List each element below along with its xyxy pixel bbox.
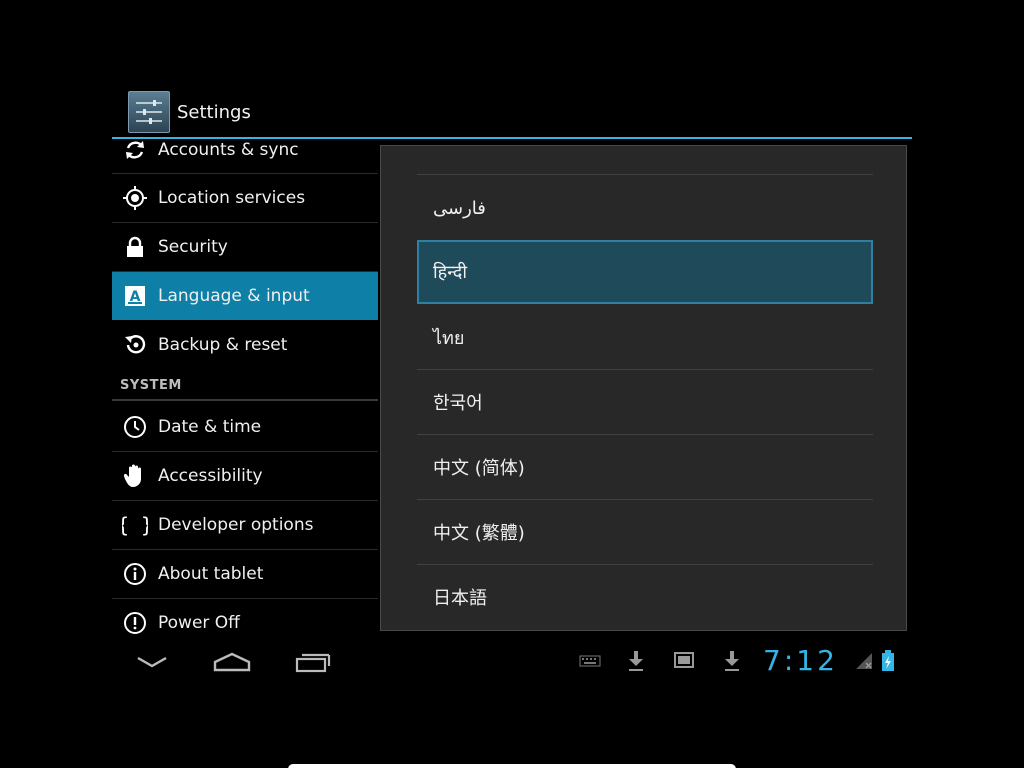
battery-charging-icon (878, 650, 898, 672)
screenshot-icon (672, 650, 696, 672)
language-item-thai[interactable]: ไทย (417, 305, 873, 369)
keyboard-icon (578, 650, 602, 672)
home-icon (213, 652, 251, 672)
back-icon (137, 656, 167, 668)
settings-item-about-tablet[interactable]: About tablet (112, 550, 378, 598)
language-item-japanese[interactable]: 日本語 (417, 565, 873, 629)
system-section-header: SYSTEM (120, 378, 182, 393)
settings-item-label: Location services (158, 188, 306, 208)
language-item-korean[interactable]: 한국어 (417, 370, 873, 434)
list-divider (417, 174, 873, 175)
page-title: Settings (177, 102, 251, 123)
language-label: 한국어 (433, 393, 483, 414)
settings-item-label: Language & input (158, 286, 310, 306)
settings-item-label: Security (158, 237, 228, 257)
settings-item-label: Backup & reset (158, 335, 288, 355)
status-clock[interactable]: 7:12 (763, 644, 838, 677)
settings-item-label: Power Off (158, 613, 240, 633)
settings-item-security[interactable]: Security (112, 223, 378, 271)
bottom-handle (288, 764, 736, 768)
home-button[interactable] (212, 648, 252, 676)
settings-item-accessibility[interactable]: Accessibility (112, 452, 378, 500)
download-icon (720, 650, 744, 672)
settings-item-label: Accessibility (158, 466, 263, 486)
clock-icon (112, 403, 158, 451)
language-item-persian[interactable]: فارسی (417, 176, 873, 240)
svg-text:{ }: { } (122, 513, 148, 537)
language-icon: A (112, 272, 158, 320)
location-icon (112, 174, 158, 222)
language-label: 日本語 (433, 588, 487, 609)
screen: Settings Accounts & sync Location servic… (0, 0, 1024, 768)
language-item-chinese-traditional[interactable]: 中文 (繁體) (417, 500, 873, 564)
back-button[interactable] (134, 648, 170, 676)
settings-item-date-time[interactable]: Date & time (112, 403, 378, 451)
hand-icon (112, 452, 158, 500)
lock-icon (112, 223, 158, 271)
language-item-chinese-simplified[interactable]: 中文 (简体) (417, 435, 873, 499)
section-divider (112, 399, 378, 401)
settings-item-label: Developer options (158, 515, 314, 535)
settings-item-backup-reset[interactable]: Backup & reset (112, 321, 378, 369)
language-item-hindi[interactable]: हिन्दी (417, 240, 873, 304)
braces-icon: { } (112, 501, 158, 549)
language-label: فارسی (433, 197, 486, 219)
settings-list[interactable]: Accounts & sync Location services Securi… (112, 139, 379, 641)
info-icon (112, 550, 158, 598)
settings-item-label: Accounts & sync (158, 140, 299, 160)
power-icon (112, 599, 158, 641)
settings-app-icon[interactable] (128, 91, 170, 133)
language-label: हिन्दी (433, 262, 468, 283)
language-label: ไทย (433, 327, 465, 349)
sync-icon (112, 139, 158, 174)
settings-item-language-input[interactable]: A Language & input (112, 272, 378, 320)
signal-icon (854, 650, 874, 672)
settings-item-label: About tablet (158, 564, 264, 584)
settings-item-developer-options[interactable]: { } Developer options (112, 501, 378, 549)
settings-item-location[interactable]: Location services (112, 174, 378, 222)
action-bar: Settings (112, 88, 912, 138)
settings-item-label: Date & time (158, 417, 262, 437)
recent-apps-icon (295, 653, 331, 673)
language-label: 中文 (繁體) (433, 523, 525, 544)
language-dialog[interactable]: فارسی हिन्दी ไทย 한국어 中文 (简体) 中文 (繁體) 日本語 (380, 145, 907, 631)
settings-item-accounts-sync[interactable]: Accounts & sync (112, 139, 378, 174)
download-icon (624, 650, 648, 672)
backup-icon (112, 321, 158, 369)
language-label: 中文 (简体) (433, 458, 525, 479)
recent-apps-button[interactable] (294, 648, 332, 676)
settings-item-power-off[interactable]: Power Off (112, 599, 378, 641)
